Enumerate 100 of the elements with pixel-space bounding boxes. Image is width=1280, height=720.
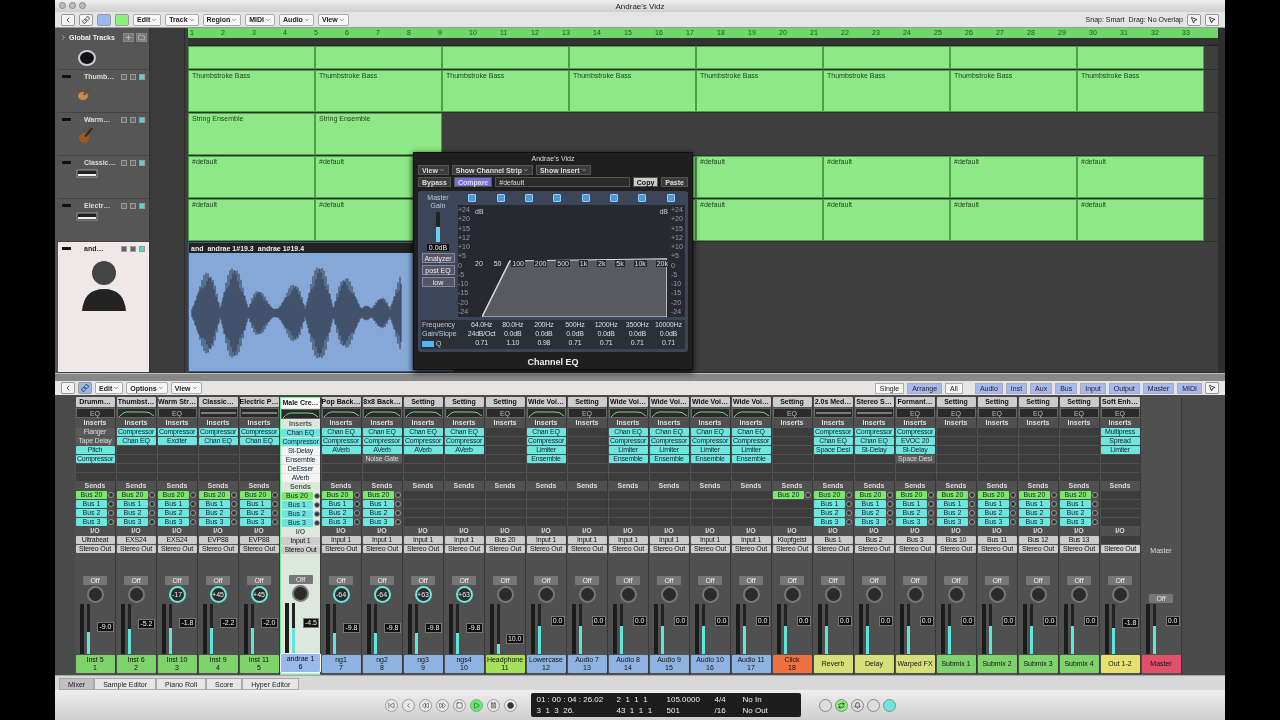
- eq-thumbnail[interactable]: [526, 408, 566, 418]
- fader-track[interactable]: [209, 604, 213, 654]
- fader-track[interactable]: [332, 604, 336, 654]
- eq-thumbnail[interactable]: [198, 408, 238, 418]
- band-toggle-icon[interactable]: [666, 194, 675, 202]
- fader-track[interactable]: [496, 604, 500, 654]
- pan-knob[interactable]: [292, 585, 309, 602]
- fader-track[interactable]: [1029, 604, 1033, 654]
- eq-thumbnail[interactable]: [321, 408, 361, 418]
- add-track-button[interactable]: [123, 32, 134, 42]
- pause-icon: [489, 701, 497, 709]
- eq-thumbnail[interactable]: [444, 408, 484, 418]
- close-button[interactable]: [59, 2, 66, 9]
- midi-region[interactable]: [823, 46, 950, 69]
- midi-region[interactable]: [1077, 46, 1204, 69]
- bell-button[interactable]: [850, 698, 864, 712]
- window-title: Andrae's Vidz: [615, 1, 665, 11]
- midi-region[interactable]: [442, 46, 569, 69]
- eq-thumbnail[interactable]: [813, 408, 853, 418]
- play-button[interactable]: [469, 698, 483, 712]
- fader-track[interactable]: [455, 604, 459, 654]
- fader-track[interactable]: [1070, 604, 1074, 654]
- eq-thumbnail[interactable]: [854, 408, 894, 418]
- band-toggle-icon[interactable]: [610, 194, 619, 202]
- stop-button[interactable]: [452, 698, 466, 712]
- fader-track[interactable]: [537, 604, 541, 654]
- eq-thumbnail[interactable]: [608, 408, 648, 418]
- mute-button[interactable]: [121, 159, 127, 166]
- caret-icon: [522, 167, 529, 173]
- start-button[interactable]: [384, 698, 398, 712]
- fader-track[interactable]: [906, 604, 910, 654]
- eq-thumbnail[interactable]: [690, 408, 730, 418]
- band-toggle-icon[interactable]: [553, 194, 562, 202]
- fader-track[interactable]: [414, 604, 418, 654]
- midi-region[interactable]: [569, 46, 696, 69]
- back-button[interactable]: [61, 13, 75, 26]
- eq-thumbnail[interactable]: [362, 408, 402, 418]
- view-toggle-button[interactable]: [115, 13, 129, 26]
- fader-track[interactable]: [578, 604, 582, 654]
- fader-track[interactable]: [865, 604, 869, 654]
- back-button[interactable]: [61, 382, 75, 394]
- fader-track[interactable]: [1152, 604, 1156, 654]
- band-toggle-icon[interactable]: [496, 194, 505, 202]
- rewind-button[interactable]: [418, 698, 432, 712]
- mute-button[interactable]: [121, 202, 127, 209]
- mute-button[interactable]: [121, 116, 127, 123]
- fader-track[interactable]: [701, 604, 705, 654]
- band-toggle-icon[interactable]: [638, 194, 647, 202]
- fader-track[interactable]: [660, 604, 664, 654]
- gain-slider[interactable]: [436, 212, 440, 242]
- midi-region[interactable]: [696, 46, 823, 69]
- eq-thumbnail[interactable]: [731, 408, 771, 418]
- eq-thumbnail[interactable]: [239, 408, 279, 418]
- fader-track[interactable]: [947, 604, 951, 654]
- cycle-button[interactable]: [834, 698, 848, 712]
- minimize-button[interactable]: [69, 2, 76, 9]
- eq-thumbnail[interactable]: [403, 408, 443, 418]
- fader-track[interactable]: [824, 604, 828, 654]
- bell-icon: [853, 701, 861, 709]
- pointer-tool-button[interactable]: [1205, 13, 1219, 26]
- mute-button[interactable]: [121, 245, 127, 252]
- fader-track[interactable]: [86, 604, 90, 654]
- mute-button[interactable]: [121, 73, 127, 80]
- plugin-name: Channel EQ: [526, 356, 580, 369]
- link-toggle[interactable]: [422, 340, 434, 347]
- fader-track[interactable]: [783, 604, 787, 654]
- midi-region[interactable]: [188, 46, 315, 69]
- fader-track[interactable]: [168, 604, 172, 654]
- band-toggle-icon[interactable]: [581, 194, 590, 202]
- record-icon: [506, 701, 514, 709]
- eq-thumbnail[interactable]: [116, 408, 156, 418]
- link-button[interactable]: [78, 382, 92, 394]
- eq-thumbnail[interactable]: [281, 409, 320, 419]
- view-toggle-button[interactable]: [97, 13, 111, 26]
- eq-thumbnail[interactable]: [649, 408, 689, 418]
- midi-region[interactable]: [315, 46, 442, 69]
- zoom-button[interactable]: [79, 2, 86, 9]
- fader-track[interactable]: [742, 604, 746, 654]
- band-toggle-icon[interactable]: [524, 194, 533, 202]
- fader-track[interactable]: [373, 604, 377, 654]
- fader-track[interactable]: [127, 604, 131, 654]
- fader-track[interactable]: [250, 604, 254, 654]
- fader-track[interactable]: [292, 603, 295, 653]
- midi-region[interactable]: [950, 46, 1077, 69]
- record-button[interactable]: [503, 698, 517, 712]
- pointer-tool-button[interactable]: [1187, 13, 1201, 26]
- folder-button[interactable]: [136, 32, 147, 42]
- link-button[interactable]: [79, 13, 93, 26]
- level-meter: [653, 604, 658, 654]
- pointer-tool-button[interactable]: [1205, 382, 1219, 394]
- back-button[interactable]: [401, 698, 415, 712]
- fader-track[interactable]: [988, 604, 992, 654]
- level-meter: [776, 604, 781, 654]
- band-toggle-icon[interactable]: [468, 194, 477, 202]
- fader-track[interactable]: [619, 604, 623, 654]
- fader-track[interactable]: [1111, 604, 1115, 654]
- forward-button[interactable]: [435, 698, 449, 712]
- disclosure-icon[interactable]: [60, 33, 67, 41]
- plus-icon: [125, 33, 132, 41]
- rewind-icon: [421, 701, 429, 709]
